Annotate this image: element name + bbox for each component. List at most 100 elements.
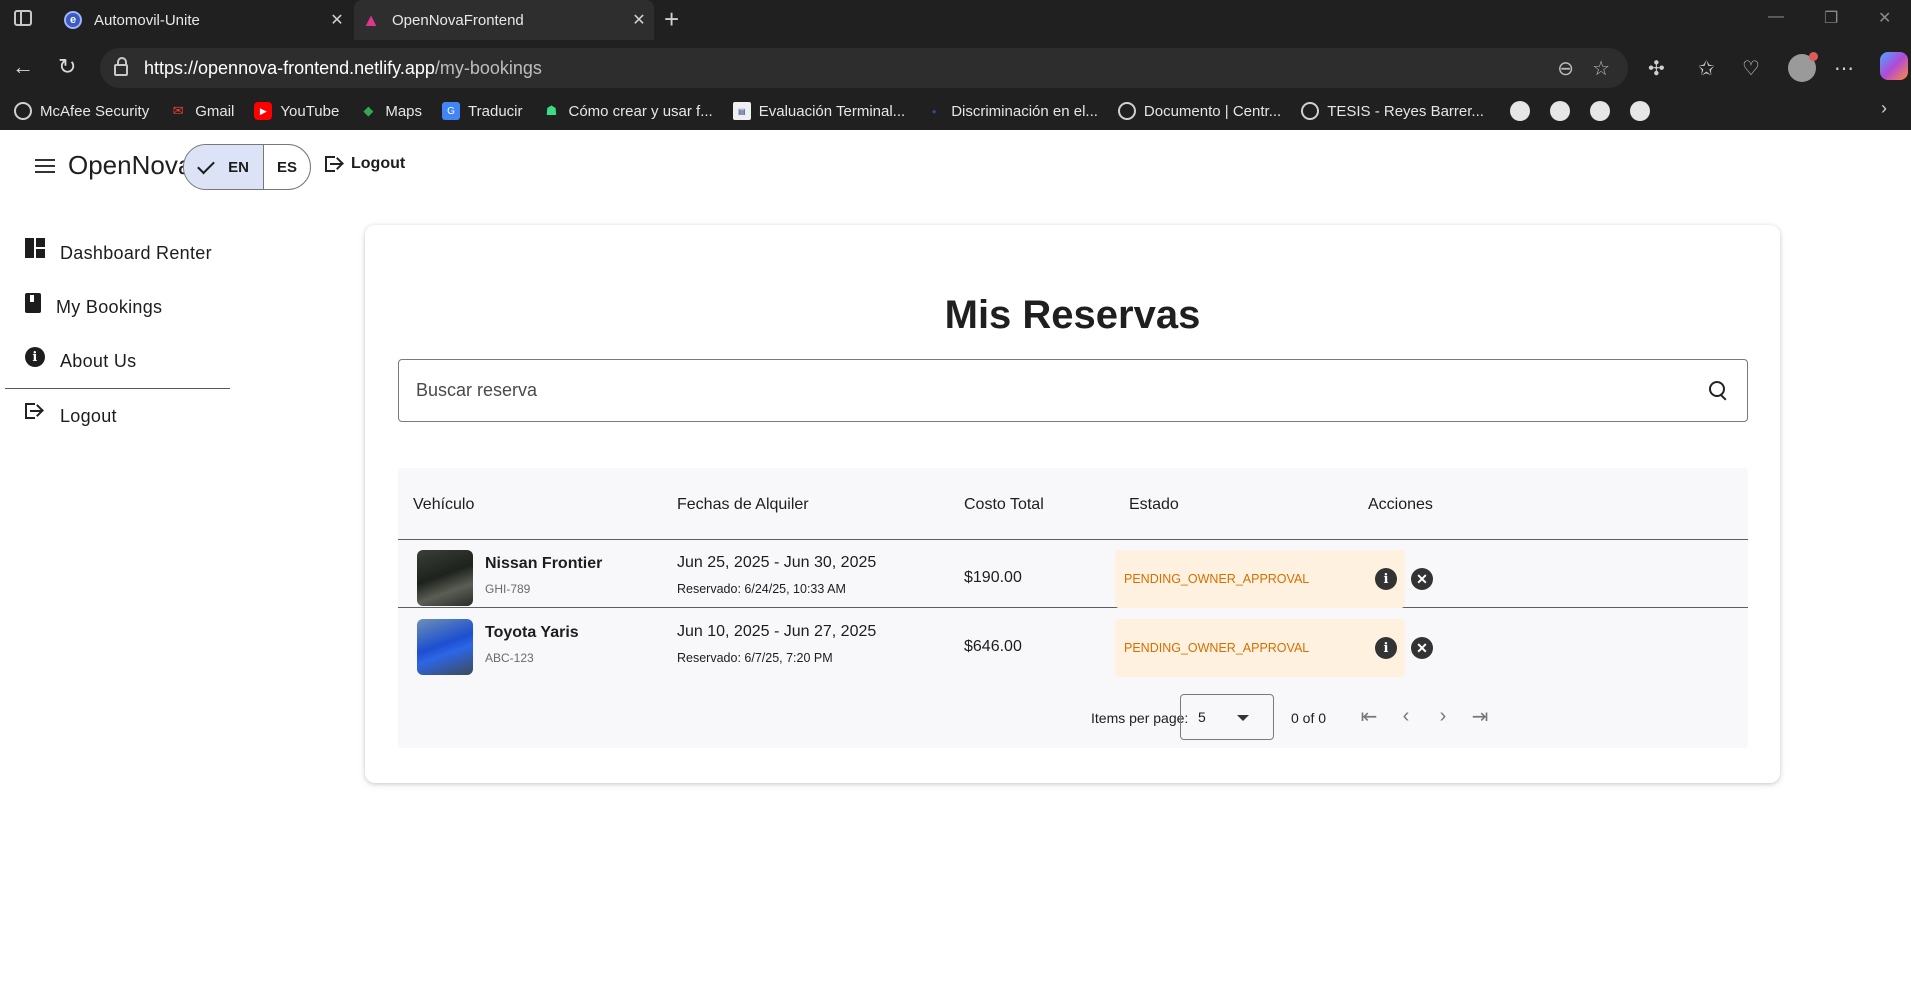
header-logout-button[interactable]: Logout — [325, 155, 405, 173]
bookmark-gmail[interactable]: ✉ Gmail — [169, 102, 235, 120]
bookmark-tesis[interactable]: TESIS - Reyes Barrer... — [1301, 102, 1484, 120]
first-page-icon[interactable]: ⇤ — [1357, 704, 1381, 728]
page-range: 0 of 0 — [1291, 710, 1327, 726]
lang-en-button[interactable]: EN — [184, 145, 264, 189]
vehicle-thumbnail — [417, 550, 473, 606]
last-page-icon[interactable]: ⇥ — [1468, 704, 1492, 728]
back-icon[interactable]: ← — [12, 54, 34, 80]
bookmark-maps[interactable]: ◆ Maps — [359, 102, 422, 120]
search-input[interactable] — [416, 380, 1709, 401]
url-text[interactable]: https://opennova-frontend.netlify.app/my… — [144, 58, 1557, 79]
bookmark-mcafee[interactable]: McAfee Security — [14, 102, 149, 120]
cancel-icon[interactable]: ✕ — [1411, 568, 1433, 590]
rental-dates: Jun 10, 2025 - Jun 27, 2025 — [677, 623, 877, 640]
sidebar-item-label: Dashboard Renter — [60, 242, 212, 263]
new-tab-icon[interactable]: + — [664, 4, 679, 35]
next-page-icon[interactable]: › — [1431, 704, 1455, 728]
zoom-icon[interactable]: ⊖ — [1557, 56, 1574, 81]
check-icon — [197, 156, 215, 174]
cancel-icon[interactable]: ✕ — [1411, 637, 1433, 659]
angular-favicon-icon: ▲ — [362, 9, 380, 30]
tab-opennova-frontend[interactable]: ▲ OpenNovaFrontend ✕ — [354, 0, 654, 40]
bookmark-label: Evaluación Terminal... — [758, 102, 906, 120]
gmail-icon: ✉ — [172, 103, 184, 118]
bookmark-discriminacion[interactable]: ● Discriminación en el... — [925, 102, 1098, 120]
restore-icon[interactable]: ❐ — [1824, 8, 1838, 28]
tab-actions-icon[interactable] — [14, 10, 32, 26]
logout-icon — [25, 402, 45, 422]
vehicle-thumbnail — [417, 619, 473, 675]
bookmark-label: Maps — [385, 102, 423, 120]
github-icon[interactable] — [1509, 101, 1530, 121]
menu-icon[interactable] — [35, 159, 55, 173]
lang-en-label: EN — [228, 158, 249, 176]
more-options-icon[interactable]: ⋯ — [1834, 56, 1854, 81]
column-header-status[interactable]: Estado — [1129, 496, 1179, 514]
profile-avatar[interactable] — [1788, 52, 1818, 82]
column-header-actions: Acciones — [1368, 496, 1433, 513]
health-icon[interactable]: ♡ — [1742, 56, 1760, 81]
copilot-icon[interactable] — [1880, 52, 1908, 80]
sidebar-item-dashboard-renter[interactable]: Dashboard Renter — [5, 226, 230, 280]
info-icon[interactable]: i — [1375, 637, 1397, 659]
close-window-icon[interactable]: ✕ — [1878, 8, 1891, 28]
favorite-star-icon[interactable]: ☆ — [1592, 56, 1610, 81]
app-root: OpenNova EN ES Logout Dashboard Renter M… — [5, 130, 1911, 1002]
total-cost: $646.00 — [964, 638, 1022, 655]
bookmark-label: TESIS - Reyes Barrer... — [1327, 102, 1484, 120]
close-icon[interactable]: ✕ — [322, 10, 352, 30]
language-toggle[interactable]: EN ES — [183, 144, 311, 190]
minimize-icon[interactable]: — — [1768, 8, 1784, 26]
chevron-right-icon[interactable]: › — [1881, 98, 1887, 119]
extensions-icon[interactable]: ✣ — [1648, 56, 1665, 81]
vehicle-plate: GHI-789 — [485, 582, 531, 596]
reload-icon[interactable]: ↻ — [58, 54, 76, 80]
dot-icon: ● — [931, 106, 937, 116]
header-logout-label: Logout — [351, 155, 406, 172]
column-header-cost[interactable]: Costo Total — [964, 496, 1044, 514]
sidebar: Dashboard Renter My Bookings i About Us … — [5, 226, 230, 443]
search-field[interactable] — [398, 359, 1748, 422]
bookmark-documento[interactable]: Documento | Centr... — [1117, 102, 1281, 120]
brand-title: OpenNova — [68, 150, 193, 180]
bookmark-youtube[interactable]: ▶ YouTube — [254, 102, 339, 120]
search-icon[interactable] — [1709, 380, 1729, 401]
sidebar-item-logout[interactable]: Logout — [5, 389, 230, 443]
dropdown-arrow-icon — [1237, 715, 1249, 721]
bookmarks-bar: McAfee Security ✉ Gmail ▶ YouTube ◆ Maps GT… — [0, 96, 1911, 126]
globe-icon — [14, 102, 32, 120]
github-icon[interactable] — [1629, 101, 1650, 121]
info-icon[interactable]: i — [1375, 568, 1397, 590]
address-bar[interactable]: https://opennova-frontend.netlify.app/my… — [100, 48, 1628, 88]
column-header-vehicle[interactable]: Vehículo — [413, 496, 474, 514]
sidebar-item-about-us[interactable]: i About Us — [5, 334, 230, 388]
table-row: Toyota Yaris ABC-123 Jun 10, 2025 - Jun … — [398, 609, 1748, 677]
github-icon[interactable] — [1549, 101, 1570, 121]
close-icon[interactable]: ✕ — [624, 10, 654, 30]
sidebar-item-my-bookings[interactable]: My Bookings — [5, 280, 230, 334]
dashboard-icon — [25, 238, 45, 260]
previous-page-icon[interactable]: ‹ — [1394, 704, 1418, 728]
page-size-select[interactable]: 5 — [1180, 694, 1274, 740]
book-icon — [25, 293, 41, 313]
column-header-dates[interactable]: Fechas de Alquiler — [677, 496, 809, 514]
status-text: PENDING_OWNER_APPROVAL — [1124, 641, 1310, 655]
bookmark-evaluacion[interactable]: ▤ Evaluación Terminal... — [732, 102, 906, 120]
sidebar-item-label: About Us — [60, 350, 137, 371]
lang-es-button[interactable]: ES — [264, 145, 310, 189]
bookmark-label: Discriminación en el... — [951, 102, 1098, 120]
github-icon[interactable] — [1589, 101, 1610, 121]
globe-icon — [1117, 102, 1136, 120]
site-info-icon[interactable] — [114, 57, 128, 76]
globe-icon — [1301, 102, 1320, 120]
navigation-bar: ← ↻ https://opennova-frontend.netlify.ap… — [0, 44, 1911, 92]
bookmark-label: Traducir — [468, 102, 523, 120]
tab-automovil-unite[interactable]: e Automovil-Unite ✕ — [56, 0, 352, 40]
favorites-icon[interactable]: ✩ — [1698, 56, 1715, 81]
logout-icon — [325, 155, 343, 173]
table-header: Vehículo Fechas de Alquiler Costo Total … — [398, 468, 1748, 540]
bookmark-android[interactable]: ☗ Cómo crear y usar f... — [543, 102, 713, 120]
maps-icon: ◆ — [363, 103, 374, 118]
bookmark-traducir[interactable]: G Traducir — [442, 102, 523, 120]
status-badge: PENDING_OWNER_APPROVAL — [1115, 550, 1405, 608]
